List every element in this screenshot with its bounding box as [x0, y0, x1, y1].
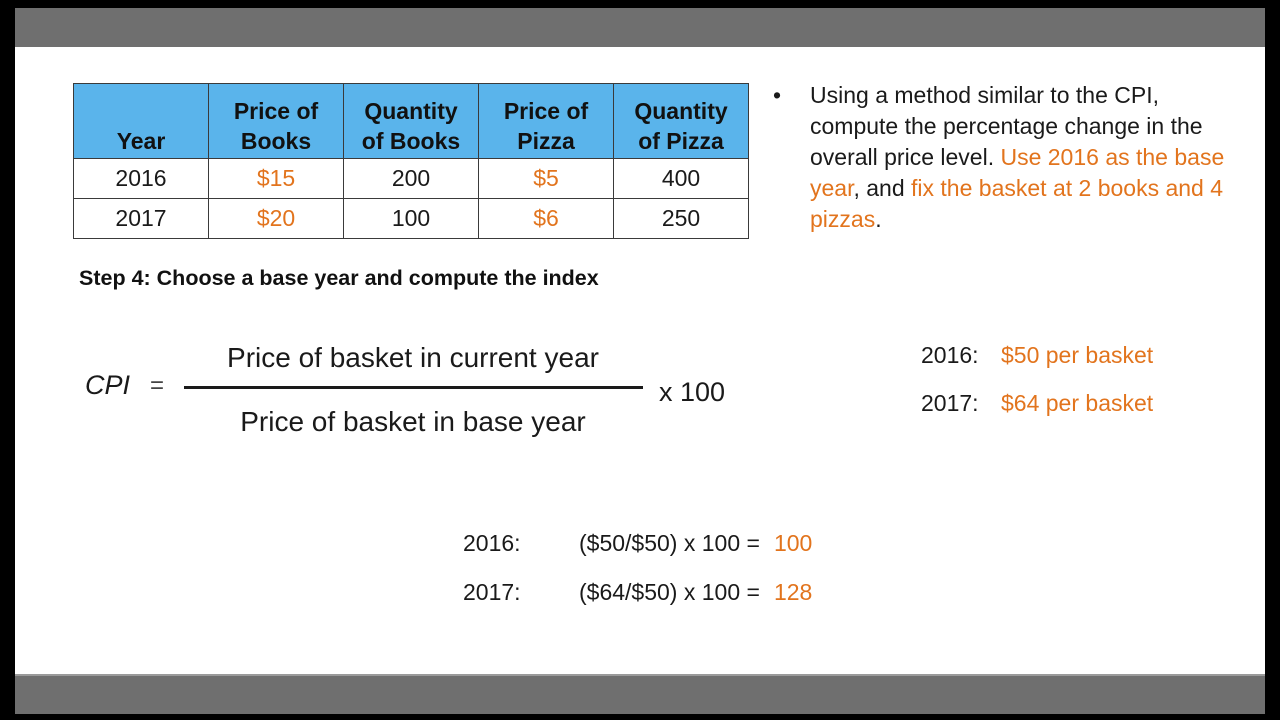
formula-lhs: CPI	[85, 370, 131, 400]
header-line: Price of	[503, 98, 589, 124]
basket-value: $50 per basket	[1001, 342, 1154, 368]
header-qty-books: Quantity of Books	[343, 83, 479, 159]
top-bar	[15, 8, 1265, 47]
table-header-row: Year Price of Books Quantity of Books Pric…	[73, 83, 749, 159]
computation-2017: 2017: ($64/$50) x 100 = 128	[463, 579, 812, 606]
fraction-line	[184, 386, 643, 389]
header-line: Books	[240, 128, 312, 154]
table-row: 2017 $20 100 $6 250	[73, 198, 749, 239]
formula-equals: =	[150, 372, 165, 399]
instruction-part: .	[875, 206, 882, 232]
computation-expression: ($64/$50) x 100 =	[579, 579, 760, 605]
header-price-pizza: Price of Pizza	[478, 83, 614, 159]
computation-expression: ($50/$50) x 100 =	[579, 530, 760, 556]
instruction-part: , and	[853, 175, 912, 201]
header-line: of Books	[361, 128, 461, 154]
computation-result: 100	[773, 530, 813, 556]
cell-qty-pizza: 250	[613, 198, 749, 239]
header-price-books: Price of Books	[208, 83, 344, 159]
instruction-text: Using a method similar to the CPI, compu…	[810, 80, 1230, 235]
basket-year: 2017:	[921, 390, 979, 416]
bottom-bar	[15, 674, 1265, 714]
computation-2016: 2016: ($50/$50) x 100 = 100	[463, 530, 812, 557]
header-line: Quantity	[364, 98, 458, 124]
formula-numerator: Price of basket in current year	[227, 342, 599, 373]
cell-qty-books: 200	[343, 158, 479, 199]
price-quantity-table: Year Price of Books Quantity of Books Pric…	[73, 83, 749, 239]
cell-qty-pizza: 400	[613, 158, 749, 199]
header-line: Quantity	[634, 98, 728, 124]
slide: Year Price of Books Quantity of Books Pric…	[15, 8, 1265, 714]
cell-year: 2016	[73, 158, 209, 199]
cell-price-pizza: $5	[478, 158, 614, 199]
header-line: Year	[116, 128, 166, 154]
cell-qty-books: 100	[343, 198, 479, 239]
formula-multiplier: x 100	[659, 377, 726, 407]
cell-year: 2017	[73, 198, 209, 239]
computation-year: 2016:	[463, 530, 521, 556]
computation-year: 2017:	[463, 579, 521, 605]
cell-price-pizza: $6	[478, 198, 614, 239]
header-year: Year	[73, 83, 209, 159]
formula-denominator: Price of basket in base year	[240, 406, 586, 437]
header-line: of Pizza	[638, 128, 724, 154]
cell-price-books: $15	[208, 158, 344, 199]
header-line: Pizza	[517, 128, 575, 154]
header-qty-pizza: Quantity of Pizza	[613, 83, 749, 159]
basket-value: $64 per basket	[1001, 390, 1154, 416]
step-heading: Step 4: Choose a base year and compute t…	[79, 266, 599, 290]
basket-price-2017: 2017: $64 per basket	[921, 390, 1153, 417]
header-line: Price of	[233, 98, 319, 124]
computation-result: 128	[773, 579, 813, 605]
cell-price-books: $20	[208, 198, 344, 239]
bullet-marker-icon: •	[773, 82, 782, 108]
basket-year: 2016:	[921, 342, 979, 368]
basket-price-2016: 2016: $50 per basket	[921, 342, 1153, 369]
table-row: 2016 $15 200 $5 400	[73, 158, 749, 199]
